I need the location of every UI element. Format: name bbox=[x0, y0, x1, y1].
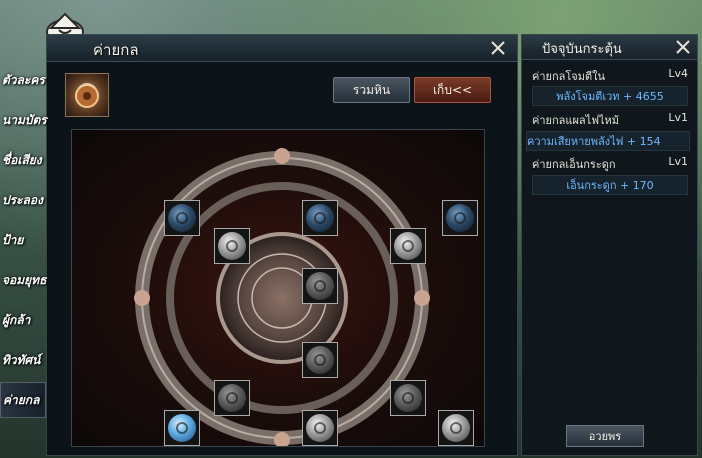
sidebar-item-character[interactable]: ตัวละคร bbox=[0, 62, 48, 98]
formation-slot[interactable] bbox=[214, 228, 250, 264]
gem-icon bbox=[394, 232, 422, 260]
buff-level: Lv1 bbox=[668, 155, 688, 168]
sidebar-item-formation[interactable]: ค่ายกล bbox=[0, 382, 46, 418]
buffs-title-bar: ปัจจุบันกระตุ้น bbox=[522, 35, 697, 60]
sidebar-item-brave[interactable]: ผู้กล้า bbox=[0, 302, 48, 338]
buff-effect: ความเสียหายพลังไฟ + 154 bbox=[526, 131, 690, 151]
sidebar-item-heroes[interactable]: จอมยุทธ bbox=[0, 262, 48, 298]
sidebar-item-scenery[interactable]: ทิวทัศน์ bbox=[0, 342, 48, 378]
gem-icon bbox=[306, 346, 334, 374]
buff-name: ค่ายกลแผลไฟไหม้ bbox=[532, 114, 620, 127]
gem-icon bbox=[306, 414, 334, 442]
active-buffs-panel: ปัจจุบันกระตุ้น ค่ายกลโจมตีใน Lv4 พลังโจ… bbox=[521, 34, 698, 456]
gem-icon bbox=[306, 204, 334, 232]
gem-icon bbox=[306, 272, 334, 300]
gem-icon bbox=[442, 414, 470, 442]
gem-icon bbox=[394, 384, 422, 412]
bless-button[interactable]: อวยพร bbox=[566, 425, 644, 447]
sidebar-item-badge[interactable]: ป้าย bbox=[0, 222, 48, 258]
store-button[interactable]: เก็บ<< bbox=[414, 77, 491, 103]
gem-icon bbox=[218, 232, 246, 260]
formation-slot[interactable] bbox=[302, 342, 338, 378]
window-title: ค่ายกล bbox=[93, 41, 139, 59]
formation-slot[interactable] bbox=[164, 200, 200, 236]
formation-skill-icon[interactable] bbox=[65, 73, 109, 117]
buff-name: ค่ายกลโจมตีใน bbox=[532, 70, 606, 83]
buff-row: ค่ายกลแผลไฟไหม้ Lv1 bbox=[530, 109, 690, 127]
formation-slot[interactable] bbox=[214, 380, 250, 416]
buff-level: Lv1 bbox=[668, 111, 688, 124]
formation-slot[interactable] bbox=[302, 410, 338, 446]
buff-effect: เอ็นกระดูก + 170 bbox=[532, 175, 688, 195]
formation-slot[interactable] bbox=[390, 228, 426, 264]
formation-slot[interactable] bbox=[302, 268, 338, 304]
formation-slot[interactable] bbox=[164, 410, 200, 446]
formation-slot[interactable] bbox=[390, 380, 426, 416]
sidebar-item-reputation[interactable]: ชื่อเสียง bbox=[0, 142, 48, 178]
formation-slot[interactable] bbox=[438, 410, 474, 446]
formation-slot[interactable] bbox=[442, 200, 478, 236]
close-icon[interactable] bbox=[489, 39, 507, 57]
sidebar-item-duel[interactable]: ประลอง bbox=[0, 182, 48, 218]
character-sidebar: ตัวละคร นามบัตร ชื่อเสียง ประลอง ป้าย จอ… bbox=[0, 62, 52, 458]
buff-effect: พลังโจมตีเวท + 4655 bbox=[532, 86, 688, 106]
gem-icon bbox=[168, 414, 196, 442]
gem-icon bbox=[168, 204, 196, 232]
gem-icon bbox=[218, 384, 246, 412]
buff-row: ค่ายกลโจมตีใน Lv4 bbox=[530, 65, 690, 83]
close-icon[interactable] bbox=[674, 38, 692, 56]
buff-level: Lv4 bbox=[668, 67, 688, 80]
gather-stones-button[interactable]: รวมหิน bbox=[333, 77, 410, 103]
gem-icon bbox=[446, 204, 474, 232]
formation-board bbox=[71, 129, 485, 447]
formation-slot[interactable] bbox=[302, 200, 338, 236]
formation-title-bar: ค่ายกล bbox=[47, 35, 517, 62]
formation-window: ค่ายกล รวมหิน เก็บ<< bbox=[46, 34, 518, 456]
buff-row: ค่ายกลเอ็นกระดูก Lv1 bbox=[530, 153, 690, 171]
buffs-title: ปัจจุบันกระตุ้น bbox=[542, 42, 622, 57]
sidebar-item-namecard[interactable]: นามบัตร bbox=[0, 102, 48, 138]
buff-name: ค่ายกลเอ็นกระดูก bbox=[532, 158, 616, 171]
